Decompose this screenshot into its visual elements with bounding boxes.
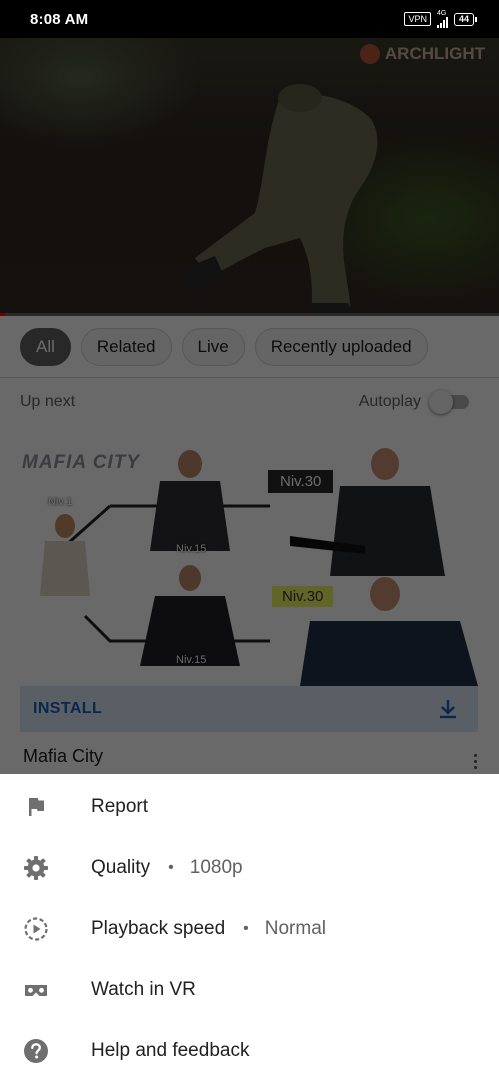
video-player[interactable]: ARCHLIGHT	[0, 38, 499, 316]
autoplay-label: Autoplay	[358, 393, 421, 410]
separator-dot: •	[243, 919, 249, 937]
video-frame-soldier	[185, 84, 378, 316]
network-type: 4G	[436, 10, 447, 17]
chip-live[interactable]: Live	[181, 327, 245, 366]
filter-chip-bar: All Related Live Recently uploaded	[0, 316, 499, 378]
flag-icon	[22, 793, 50, 821]
playback-speed-icon	[22, 915, 50, 943]
install-button[interactable]: INSTALL	[20, 686, 478, 732]
menu-item-label: Playback speed	[91, 917, 226, 939]
video-options-sheet: Report Quality • 1080p Playback speed • …	[0, 774, 499, 1080]
battery-level: 44	[453, 12, 474, 26]
install-label: INSTALL	[33, 700, 103, 717]
menu-item-watch-in-vr[interactable]: Watch in VR	[0, 959, 499, 1020]
ad-level-tag: Niv.30	[272, 586, 334, 607]
quality-value: 1080p	[189, 856, 243, 878]
ad-level-label: Niv.15	[176, 543, 207, 555]
ad-artwork	[40, 448, 478, 686]
menu-item-label: Watch in VR	[91, 978, 196, 1000]
signal-icon: 4G	[436, 10, 448, 28]
menu-item-help-and-feedback[interactable]: Help and feedback	[0, 1020, 499, 1080]
up-next-label: Up next	[20, 393, 76, 410]
ad-level-label: Niv.15	[176, 654, 207, 666]
vpn-icon: VPN	[404, 12, 431, 26]
menu-item-label: Help and feedback	[91, 1039, 250, 1061]
status-time: 8:08 AM	[30, 10, 89, 28]
status-icons: VPN 4G 44	[404, 10, 477, 28]
chip-recently-uploaded[interactable]: Recently uploaded	[254, 327, 428, 366]
menu-item-label: Quality	[91, 856, 151, 878]
separator-dot: •	[168, 858, 174, 876]
more-options-icon[interactable]	[474, 754, 477, 769]
help-icon	[22, 1037, 50, 1065]
ad-banner-image[interactable]: MAFIA CITY Niv.1 Niv.15 Niv.30 Niv.15 Ni…	[20, 446, 478, 686]
download-icon	[440, 700, 456, 719]
menu-item-quality[interactable]: Quality • 1080p	[0, 837, 499, 898]
menu-item-playback-speed[interactable]: Playback speed • Normal	[0, 898, 499, 959]
status-bar: 8:08 AM VPN 4G 44	[0, 0, 499, 38]
autoplay-toggle[interactable]	[429, 390, 469, 414]
watch-page-content: All Related Live Recently uploaded Up ne…	[0, 316, 499, 774]
up-next-header: Up next Autoplay	[0, 378, 499, 426]
chip-related[interactable]: Related	[80, 327, 172, 366]
menu-item-label: Report	[91, 795, 149, 817]
ad-level-tag: Niv.30	[268, 470, 334, 493]
channel-watermark: ARCHLIGHT	[359, 44, 485, 64]
gear-icon	[22, 854, 50, 882]
ad-title: Mafia City	[23, 746, 104, 766]
menu-item-report[interactable]: Report	[0, 776, 499, 837]
chip-all[interactable]: All	[20, 327, 71, 366]
archlight-logo-icon	[359, 44, 380, 64]
ad-brand-logo: MAFIA CITY	[22, 452, 141, 473]
playback-speed-value: Normal	[264, 917, 326, 939]
battery-icon: 44	[453, 12, 477, 26]
vr-headset-icon	[22, 976, 50, 1004]
ad-level-label: Niv.1	[48, 496, 73, 508]
